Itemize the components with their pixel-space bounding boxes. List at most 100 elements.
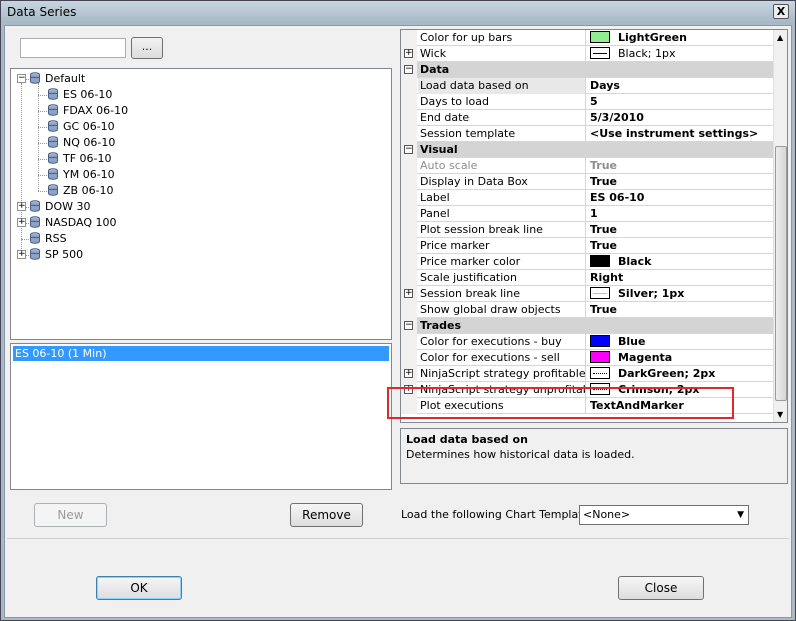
tree-node[interactable]: ES 06-10 (47, 87, 112, 103)
tree-expander-icon[interactable]: + (17, 218, 26, 227)
close-window-button[interactable]: X (773, 4, 789, 19)
property-value[interactable]: True (587, 158, 773, 174)
row-gutter (401, 270, 417, 286)
tree-node[interactable]: GC 06-10 (47, 119, 115, 135)
tree-node[interactable]: RSS (29, 231, 67, 247)
property-value[interactable]: Black; 1px (587, 46, 773, 62)
property-row[interactable]: Load data based on Days (401, 78, 773, 94)
title-bar[interactable]: Data Series X (1, 1, 795, 23)
tree-expander-icon[interactable]: + (17, 250, 26, 259)
property-value[interactable]: Blue (587, 334, 773, 350)
property-row[interactable]: Show global draw objects True (401, 302, 773, 318)
tree-node[interactable]: FDAX 06-10 (47, 103, 128, 119)
property-row[interactable]: End date 5/3/2010 (401, 110, 773, 126)
property-row[interactable]: Scale justification Right (401, 270, 773, 286)
instrument-tree[interactable]: − Default ES 06-10 FDAX 06-10 GC 06-10 NQ 06-… (10, 68, 392, 340)
new-button[interactable]: New (34, 503, 107, 527)
expand-icon[interactable]: + (404, 369, 413, 378)
tree-node[interactable]: YM 06-10 (47, 167, 115, 183)
property-value-text: TextAndMarker (590, 399, 684, 412)
chart-template-select[interactable]: <None> ▼ (579, 505, 749, 525)
expand-icon[interactable]: + (404, 289, 413, 298)
tree-node[interactable]: NQ 06-10 (47, 135, 115, 151)
tree-expander-icon[interactable]: + (17, 202, 26, 211)
property-category[interactable]: − Data (401, 62, 773, 78)
tree-node[interactable]: DOW 30 (29, 199, 91, 215)
property-category[interactable]: − Visual (401, 142, 773, 158)
property-value[interactable]: 5 (587, 94, 773, 110)
property-row[interactable]: + NinjaScript strategy unprofitable tr Cri… (401, 382, 773, 398)
instrument-search-input[interactable] (20, 38, 126, 58)
property-name: Plot executions (418, 398, 586, 414)
collapse-icon[interactable]: − (404, 145, 413, 154)
row-gutter (401, 126, 417, 142)
property-value[interactable]: Crimson; 2px (587, 382, 773, 398)
tree-expander-icon[interactable]: − (17, 74, 26, 83)
remove-button[interactable]: Remove (290, 503, 363, 527)
property-row[interactable]: Auto scale True (401, 158, 773, 174)
series-list-item[interactable]: ES 06-10 (1 Min) (13, 346, 389, 361)
property-value[interactable]: True (587, 302, 773, 318)
collapse-icon[interactable]: − (404, 65, 413, 74)
property-value[interactable]: True (587, 222, 773, 238)
property-row[interactable]: + Wick Black; 1px (401, 46, 773, 62)
property-value[interactable]: Silver; 1px (587, 286, 773, 302)
property-row[interactable]: Plot executions TextAndMarker (401, 398, 773, 414)
property-row[interactable]: Color for up bars LightGreen (401, 30, 773, 46)
ok-button[interactable]: OK (96, 576, 182, 600)
property-category[interactable]: − Trades (401, 318, 773, 334)
property-value[interactable]: 5/3/2010 (587, 110, 773, 126)
tree-node-label: FDAX 06-10 (63, 104, 129, 117)
property-row[interactable]: Color for executions - buy Blue (401, 334, 773, 350)
tree-node[interactable]: ZB 06-10 (47, 183, 114, 199)
property-row[interactable]: Session template <Use instrument settings… (401, 126, 773, 142)
property-grid[interactable]: ▲ ▼ Color for up bars LightGreen + Wick Blac… (400, 29, 788, 423)
property-name: Display in Data Box (418, 174, 586, 190)
property-value[interactable]: Magenta (587, 350, 773, 366)
property-value[interactable]: 1 (587, 206, 773, 222)
collapse-icon[interactable]: − (404, 321, 413, 330)
scrollbar-thumb[interactable] (775, 146, 787, 401)
tree-node[interactable]: TF 06-10 (47, 151, 112, 167)
property-row[interactable]: Label ES 06-10 (401, 190, 773, 206)
property-row[interactable]: Price marker color Black (401, 254, 773, 270)
close-button[interactable]: Close (618, 576, 704, 600)
property-value-text: Magenta (618, 351, 673, 364)
property-value[interactable]: Black (587, 254, 773, 270)
property-name: Session template (418, 126, 586, 142)
browse-instruments-button[interactable]: ... (131, 37, 163, 59)
scroll-up-icon[interactable]: ▲ (777, 33, 783, 42)
category-label: Data (420, 63, 450, 76)
property-name: Panel (418, 206, 586, 222)
scroll-down-icon[interactable]: ▼ (777, 410, 783, 419)
property-row[interactable]: Panel 1 (401, 206, 773, 222)
tree-connector (38, 159, 47, 160)
property-name: Auto scale (418, 158, 586, 174)
tree-node[interactable]: SP 500 (29, 247, 83, 263)
property-row[interactable]: Days to load 5 (401, 94, 773, 110)
property-grid-scrollbar[interactable]: ▲ ▼ (773, 30, 787, 422)
property-row[interactable]: Color for executions - sell Magenta (401, 350, 773, 366)
tree-connector (38, 191, 47, 192)
property-value[interactable]: DarkGreen; 2px (587, 366, 773, 382)
property-value[interactable]: LightGreen (587, 30, 773, 46)
property-value[interactable]: TextAndMarker (587, 398, 773, 414)
property-row[interactable]: Display in Data Box True (401, 174, 773, 190)
property-value[interactable]: <Use instrument settings> (587, 126, 773, 142)
property-value[interactable]: Days (587, 78, 773, 94)
row-gutter (401, 174, 417, 190)
property-value[interactable]: True (587, 238, 773, 254)
property-row[interactable]: Price marker True (401, 238, 773, 254)
series-list[interactable]: ES 06-10 (1 Min) (10, 343, 392, 490)
property-row[interactable]: + NinjaScript strategy profitable trac Dar… (401, 366, 773, 382)
property-value[interactable]: Right (587, 270, 773, 286)
expand-icon[interactable]: + (404, 49, 413, 58)
property-row[interactable]: Plot session break line True (401, 222, 773, 238)
property-value[interactable]: ES 06-10 (587, 190, 773, 206)
property-row[interactable]: + Session break line Silver; 1px (401, 286, 773, 302)
expand-icon[interactable]: + (404, 385, 413, 394)
line-style-icon (590, 383, 610, 395)
property-value[interactable]: True (587, 174, 773, 190)
tree-node[interactable]: NASDAQ 100 (29, 215, 117, 231)
tree-node[interactable]: Default (29, 71, 85, 87)
